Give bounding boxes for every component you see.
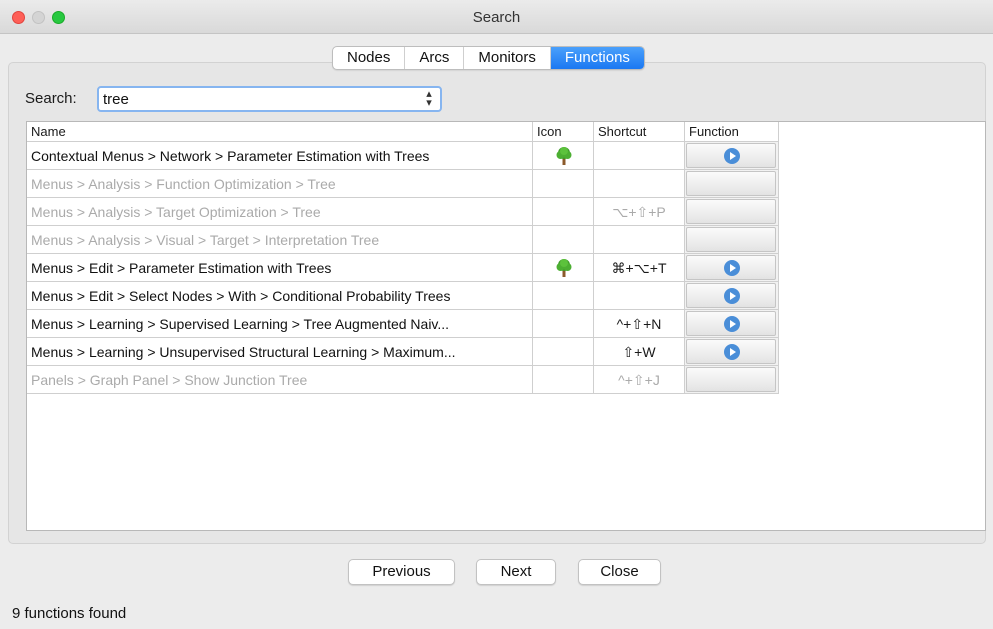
row-name[interactable]: Menus > Analysis > Function Optimization… (27, 170, 533, 198)
run-function-button[interactable] (686, 311, 776, 336)
tree-icon (555, 258, 573, 278)
tab-nodes[interactable]: Nodes (333, 47, 406, 69)
run-function-button (686, 227, 776, 252)
row-shortcut (594, 226, 685, 254)
window-title: Search (472, 9, 521, 26)
table-row[interactable]: Menus > Edit > Parameter Estimation with… (27, 254, 779, 282)
row-name[interactable]: Menus > Analysis > Target Optimization >… (27, 198, 533, 226)
row-icon-cell (533, 338, 594, 366)
row-shortcut (594, 170, 685, 198)
run-function-button[interactable] (686, 255, 776, 280)
row-function-cell (685, 254, 779, 282)
play-icon (724, 316, 740, 332)
next-button[interactable]: Next (476, 559, 556, 585)
row-icon-cell (533, 282, 594, 310)
row-shortcut (594, 142, 685, 170)
search-field[interactable]: ▴▾ (97, 86, 442, 112)
tab-monitors[interactable]: Monitors (464, 47, 551, 69)
row-icon-cell (533, 170, 594, 198)
play-icon (724, 148, 740, 164)
run-function-button[interactable] (686, 339, 776, 364)
run-function-button[interactable] (686, 143, 776, 168)
table-row[interactable]: Panels > Graph Panel > Show Junction Tre… (27, 366, 779, 394)
row-icon-cell (533, 226, 594, 254)
table-row[interactable]: Menus > Edit > Select Nodes > With > Con… (27, 282, 779, 310)
row-name[interactable]: Menus > Learning > Unsupervised Structur… (27, 338, 533, 366)
row-icon-cell (533, 310, 594, 338)
row-shortcut (594, 282, 685, 310)
search-input[interactable] (103, 89, 403, 109)
row-icon-cell (533, 254, 594, 282)
run-function-button (686, 367, 776, 392)
play-icon (724, 288, 740, 304)
table-row[interactable]: Contextual Menus > Network > Parameter E… (27, 142, 779, 170)
column-header-name[interactable]: Name (27, 122, 533, 142)
row-name[interactable]: Menus > Analysis > Visual > Target > Int… (27, 226, 533, 254)
row-function-cell (685, 282, 779, 310)
row-shortcut: ⇧+W (594, 338, 685, 366)
row-icon-cell (533, 142, 594, 170)
row-icon-cell (533, 198, 594, 226)
row-function-cell (685, 170, 779, 198)
previous-button[interactable]: Previous (348, 559, 455, 585)
column-header-function[interactable]: Function (685, 122, 779, 142)
column-header-icon[interactable]: Icon (533, 122, 594, 142)
table-row[interactable]: Menus > Analysis > Function Optimization… (27, 170, 779, 198)
title-bar: Search (0, 0, 993, 34)
row-function-cell (685, 226, 779, 254)
run-function-button (686, 171, 776, 196)
row-shortcut: ^+⇧+J (594, 366, 685, 394)
row-shortcut: ⌘+⌥+T (594, 254, 685, 282)
run-function-button[interactable] (686, 283, 776, 308)
row-name[interactable]: Menus > Learning > Supervised Learning >… (27, 310, 533, 338)
tree-icon (555, 146, 573, 166)
tab-functions[interactable]: Functions (550, 47, 644, 69)
row-function-cell (685, 198, 779, 226)
table-row[interactable]: Menus > Analysis > Target Optimization >… (27, 198, 779, 226)
row-shortcut: ⌥+⇧+P (594, 198, 685, 226)
search-label: Search: (25, 90, 77, 107)
table-row[interactable]: Menus > Learning > Supervised Learning >… (27, 310, 779, 338)
row-name[interactable]: Panels > Graph Panel > Show Junction Tre… (27, 366, 533, 394)
row-name[interactable]: Menus > Edit > Parameter Estimation with… (27, 254, 533, 282)
play-icon (724, 344, 740, 360)
run-function-button (686, 199, 776, 224)
status-text: 9 functions found (12, 605, 127, 622)
row-name[interactable]: Menus > Edit > Select Nodes > With > Con… (27, 282, 533, 310)
row-function-cell (685, 366, 779, 394)
close-button[interactable]: Close (578, 559, 661, 585)
column-header-shortcut[interactable]: Shortcut (594, 122, 685, 142)
row-function-cell (685, 142, 779, 170)
play-icon (724, 260, 740, 276)
updown-chevron-icon[interactable]: ▴ ▾ (421, 89, 437, 109)
functions-table: Name Icon Shortcut Function Contextual M… (26, 121, 986, 531)
tab-arcs[interactable]: Arcs (405, 47, 465, 69)
row-shortcut: ^+⇧+N (594, 310, 685, 338)
tab-bar: Nodes Arcs Monitors Functions (332, 46, 645, 70)
table-row[interactable]: Menus > Analysis > Visual > Target > Int… (27, 226, 779, 254)
row-name[interactable]: Contextual Menus > Network > Parameter E… (27, 142, 533, 170)
row-function-cell (685, 310, 779, 338)
table-row[interactable]: Menus > Learning > Unsupervised Structur… (27, 338, 779, 366)
row-icon-cell (533, 366, 594, 394)
row-function-cell (685, 338, 779, 366)
